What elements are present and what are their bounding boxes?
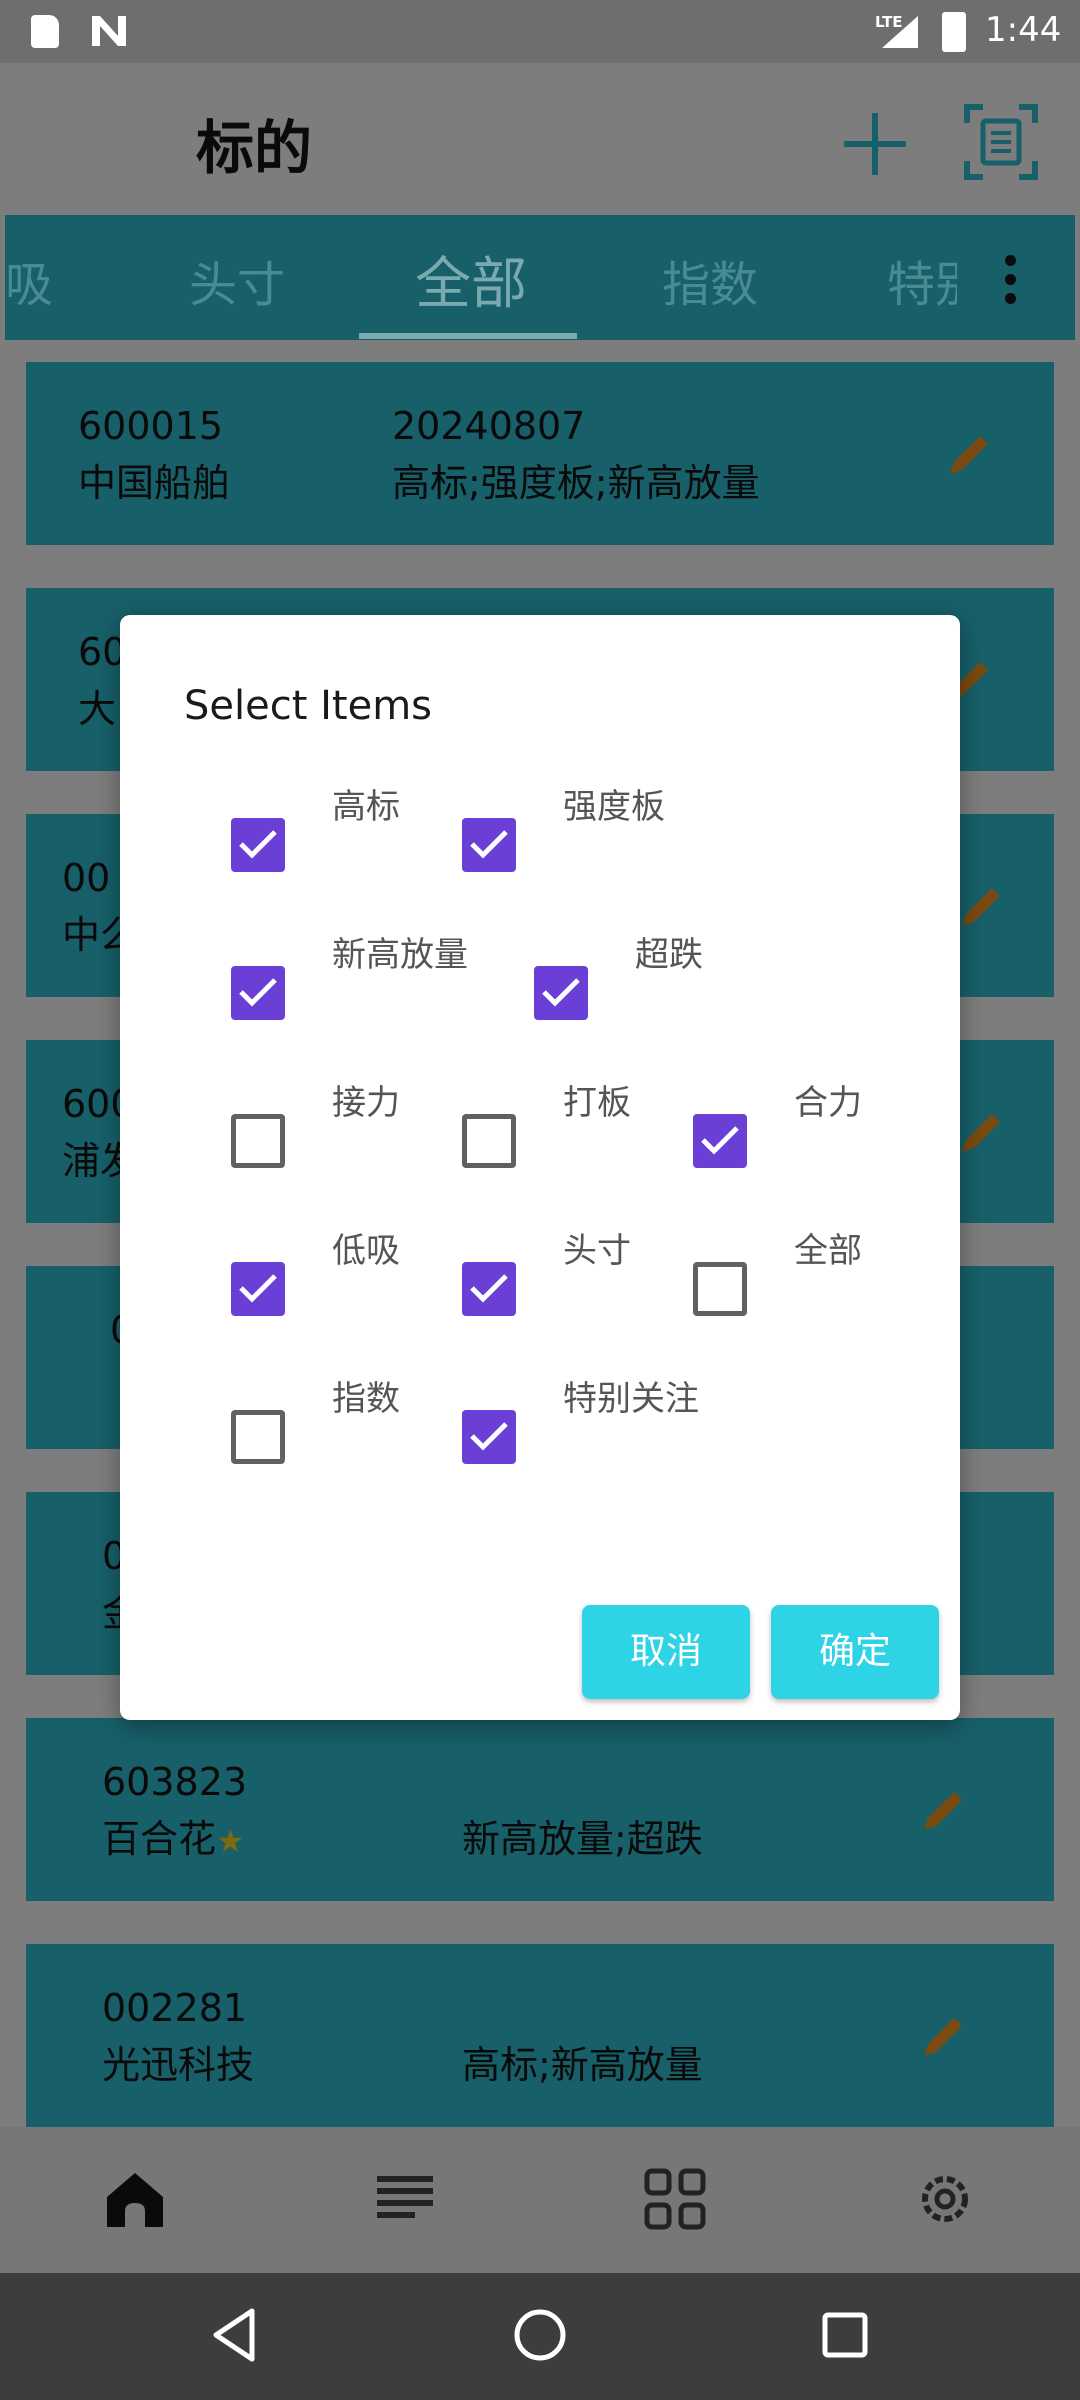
home-icon[interactable]: [103, 2167, 167, 2231]
stock-code: 002281: [102, 1986, 248, 2030]
edit-icon[interactable]: [918, 2010, 970, 2062]
option-label: 合力: [794, 1083, 862, 1123]
checkbox-gaobiao[interactable]: [231, 818, 285, 872]
option-label: 高标: [332, 787, 400, 827]
signal-icon: [882, 16, 918, 48]
list-item[interactable]: 603823 百合花★ 新高放量;超跌: [26, 1718, 1054, 1901]
list-item[interactable]: 002281 光迅科技 高标;新高放量: [26, 1944, 1054, 2127]
list-item[interactable]: 600015 中国船舶 20240807 高标;强度板;新高放量: [26, 362, 1054, 545]
stock-name: 百合花★: [102, 1817, 245, 1861]
stock-tags: 高标;新高放量: [462, 2043, 703, 2087]
checkbox-daban[interactable]: [462, 1114, 516, 1168]
edit-icon[interactable]: [918, 1784, 970, 1836]
grid-icon[interactable]: [643, 2167, 707, 2231]
stock-name: 大: [78, 687, 117, 731]
scan-icon[interactable]: [963, 103, 1039, 181]
app-bar: 标的: [0, 63, 1080, 215]
edit-icon[interactable]: [956, 1106, 1008, 1158]
checkbox-qiangduban[interactable]: [462, 818, 516, 872]
more-options-icon[interactable]: [1005, 255, 1017, 305]
home-circle-icon[interactable]: [510, 2305, 570, 2365]
status-bar: LTE 1:44: [0, 0, 1080, 63]
option-label: 指数: [332, 1379, 400, 1419]
checkbox-tebieguanzhu[interactable]: [462, 1410, 516, 1464]
system-navigation-bar: [0, 2273, 1080, 2400]
edit-icon[interactable]: [956, 880, 1008, 932]
sd-card-icon: [31, 15, 59, 48]
confirm-button[interactable]: 确定: [771, 1605, 939, 1699]
stock-tags: 新高放量;超跌: [462, 1817, 703, 1861]
option-label: 特别关注: [563, 1379, 699, 1419]
option-label: 新高放量: [332, 935, 468, 975]
settings-icon[interactable]: [913, 2167, 977, 2231]
stock-tags: 高标;强度板;新高放量: [392, 461, 760, 505]
notification-n-icon: [92, 16, 126, 46]
option-label: 全部: [794, 1231, 862, 1271]
stock-name: 光迅科技: [102, 2043, 255, 2087]
option-label: 接力: [332, 1083, 400, 1123]
stock-code: 00: [62, 856, 111, 900]
option-label: 头寸: [563, 1231, 631, 1271]
checkbox-toucun[interactable]: [462, 1262, 516, 1316]
option-label: 低吸: [332, 1231, 400, 1271]
page-title: 标的: [196, 114, 313, 182]
checkbox-zhishu[interactable]: [231, 1410, 285, 1464]
recents-icon[interactable]: [815, 2305, 875, 2365]
tab-all[interactable]: 全部: [415, 239, 527, 320]
back-icon[interactable]: [206, 2305, 266, 2365]
stock-code: 603823: [102, 1760, 248, 1804]
clock: 1:44: [985, 10, 1062, 50]
edit-icon[interactable]: [944, 428, 996, 480]
option-label: 打板: [563, 1083, 631, 1123]
add-icon[interactable]: [840, 109, 910, 179]
list-icon[interactable]: [373, 2167, 437, 2231]
stock-code: 600015: [78, 404, 224, 448]
checkbox-xingaofangliang[interactable]: [231, 966, 285, 1020]
checkbox-heli[interactable]: [693, 1114, 747, 1168]
option-label: 超跌: [635, 935, 703, 975]
tab-special[interactable]: 特别: [887, 245, 957, 315]
option-label: 强度板: [563, 787, 665, 827]
checkbox-quanbu[interactable]: [693, 1262, 747, 1316]
star-icon: ★: [216, 1822, 245, 1860]
checkbox-dixi[interactable]: [231, 1262, 285, 1316]
select-items-dialog: Select Items 高标 强度板 新高放量 超跌 接力 打板 合力 低吸 …: [120, 615, 960, 1720]
tab-bar: 吸 头寸 全部 指数 特别: [5, 215, 1075, 340]
battery-icon: [942, 12, 966, 52]
checkbox-jieli[interactable]: [231, 1114, 285, 1168]
stock-date: 20240807: [392, 404, 586, 448]
bottom-navigation: [0, 2127, 1080, 2273]
stock-name: 中国船舶: [78, 461, 231, 505]
checkbox-chaodie[interactable]: [534, 966, 588, 1020]
cancel-button[interactable]: 取消: [582, 1605, 750, 1699]
tab-toucun[interactable]: 头寸: [189, 245, 285, 315]
tab-index[interactable]: 指数: [662, 245, 758, 315]
dialog-title: Select Items: [184, 683, 433, 729]
tab-indicator: [359, 333, 577, 339]
tab-dixi[interactable]: 吸: [5, 245, 53, 315]
